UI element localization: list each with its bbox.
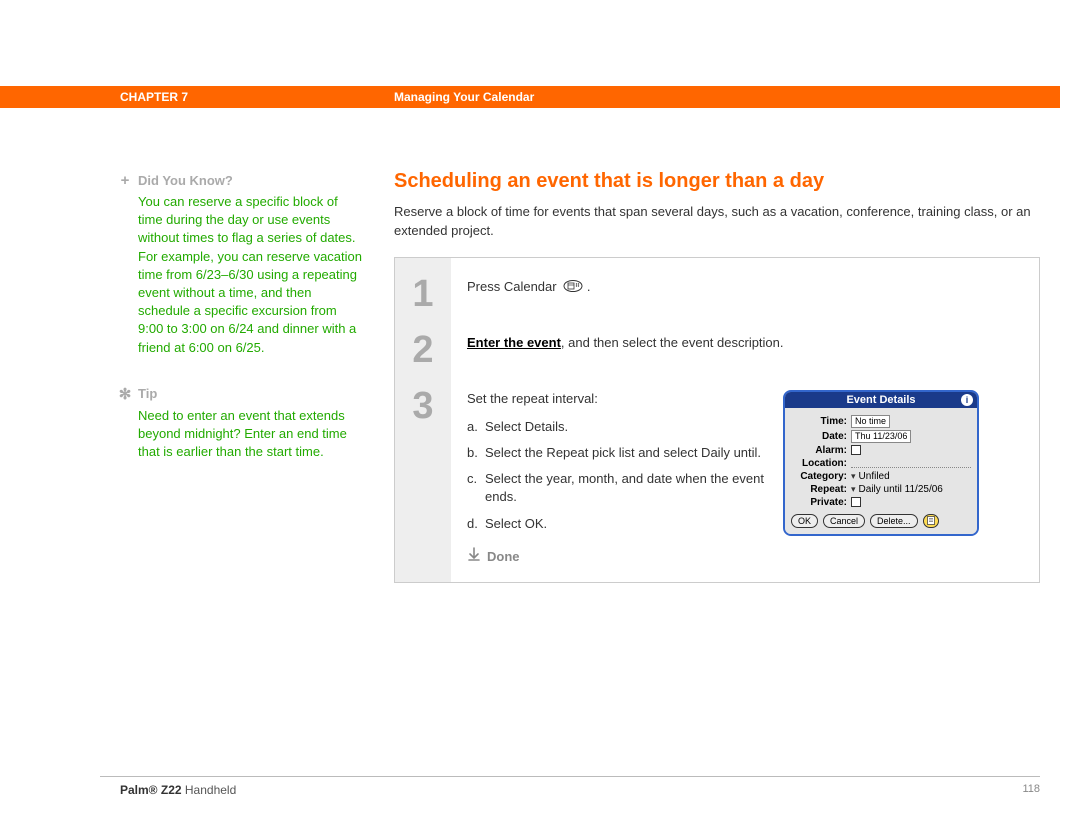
steps-box: 1 2 3 Press Calendar [394,257,1040,583]
device-private-label: Private: [791,497,847,508]
device-repeat-label: Repeat: [791,484,847,495]
device-category-dropdown[interactable]: Unfiled [851,471,890,482]
step-1-row: Press Calendar . [467,270,1023,326]
step-number: 1 [395,266,451,322]
plus-icon: + [118,172,132,189]
device-title-bar: Event Details i [785,392,977,408]
chapter-title: Managing Your Calendar [394,90,534,104]
did-you-know-block: + Did You Know? You can reserve a specif… [118,172,363,357]
did-you-know-body: You can reserve a specific block of time… [138,193,363,357]
step-number: 3 [395,378,451,434]
step-2-row: Enter the event, and then select the eve… [467,326,1023,382]
tip-heading-text: Tip [138,386,157,401]
footer-product-tail: Handheld [182,783,237,797]
device-ok-button[interactable]: OK [791,514,818,528]
device-repeat-row: Repeat: Daily until 11/25/06 [791,484,971,495]
section-intro: Reserve a block of time for events that … [394,203,1040,241]
device-category-label: Category: [791,471,847,482]
chapter-number: CHAPTER 7 [120,90,188,104]
sub-item: b.Select the Repeat pick list and select… [467,444,773,462]
step-3-sub-list: a.Select Details. b.Select the Repeat pi… [467,418,773,533]
device-alarm-checkbox[interactable] [851,445,861,455]
main-content: Scheduling an event that is longer than … [394,170,1040,583]
device-date-row: Date: Thu 11/23/06 [791,430,971,443]
device-time-label: Time: [791,416,847,427]
step-2-tail: , and then select the event description. [561,335,784,350]
device-location-row: Location: [791,458,971,469]
sidebar: + Did You Know? You can reserve a specif… [118,172,363,489]
device-button-row: OK Cancel Delete... [791,514,971,528]
device-note-button[interactable] [923,514,939,528]
tip-heading: ✻ Tip [118,385,363,403]
section-title: Scheduling an event that is longer than … [394,170,1040,193]
device-time-row: Time: No time [791,415,971,428]
footer-page-number: 118 [1022,783,1040,795]
steps-content: Press Calendar . [451,258,1039,582]
device-body: Time: No time Date: Thu 11/23/06 Alarm: [785,408,977,534]
device-private-row: Private: [791,497,971,508]
done-row: Done [467,547,773,566]
device-date-label: Date: [791,431,847,442]
device-screenshot: Event Details i Time: No time Date: Thu … [783,390,979,536]
step-3-row: Set the repeat interval: a.Select Detail… [467,382,1023,566]
info-icon: i [961,394,973,406]
device-category-row: Category: Unfiled [791,471,971,482]
did-you-know-heading-text: Did You Know? [138,173,233,188]
chapter-header-bar: CHAPTER 7 Managing Your Calendar [0,86,1060,108]
arrow-down-icon [467,547,481,566]
calendar-button-icon [563,280,583,295]
device-location-field[interactable] [851,458,971,468]
footer-product: Palm® Z22 Handheld [120,783,236,797]
did-you-know-heading: + Did You Know? [118,172,363,189]
device-cancel-button[interactable]: Cancel [823,514,865,528]
footer-product-name: Palm® Z22 [120,783,182,797]
step-number: 2 [395,322,451,378]
sub-item: a.Select Details. [467,418,773,436]
device-delete-button[interactable]: Delete... [870,514,918,528]
device-alarm-label: Alarm: [791,445,847,456]
tip-body: Need to enter an event that extends beyo… [138,407,363,462]
step-number-column: 1 2 3 [395,258,451,582]
device-date-field[interactable]: Thu 11/23/06 [851,430,911,443]
device-time-field[interactable]: No time [851,415,890,428]
tip-block: ✻ Tip Need to enter an event that extend… [118,385,363,462]
device-title-text: Event Details [846,394,915,406]
done-label: Done [487,549,520,564]
step-1-text-prefix: Press Calendar [467,279,560,294]
enter-event-link[interactable]: Enter the event [467,335,561,350]
step-1-text-suffix: . [587,279,591,294]
step-3-lead: Set the repeat interval: [467,390,773,408]
sub-item: d.Select OK. [467,515,773,533]
device-alarm-row: Alarm: [791,445,971,456]
device-location-label: Location: [791,458,847,469]
sub-item: c.Select the year, month, and date when … [467,470,773,506]
device-repeat-dropdown[interactable]: Daily until 11/25/06 [851,484,943,495]
footer-divider [100,776,1040,777]
device-private-checkbox[interactable] [851,497,861,507]
asterisk-icon: ✻ [118,385,132,403]
